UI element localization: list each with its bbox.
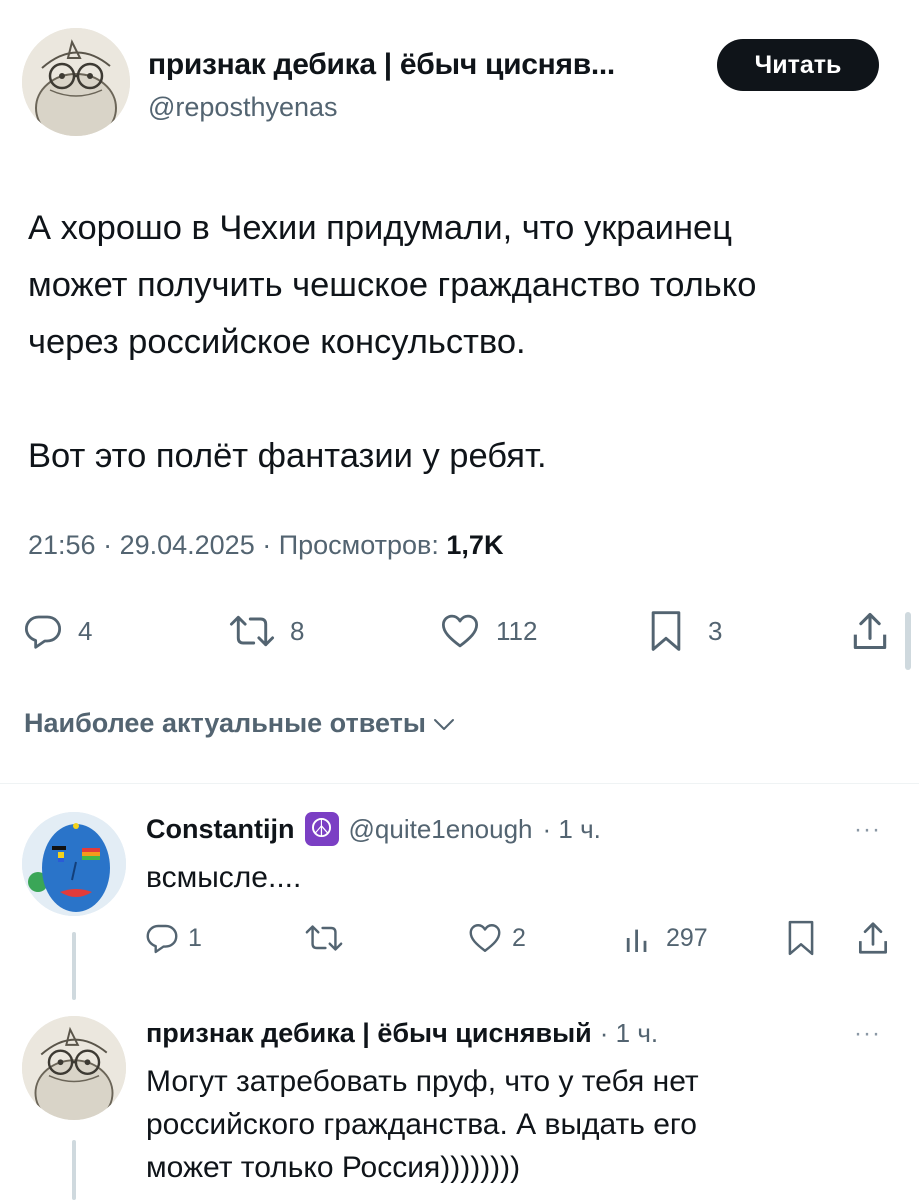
reply-icon (24, 615, 62, 649)
like-count: 112 (496, 615, 538, 646)
views-count: 1,7K (446, 530, 504, 560)
reply-header: признак дебика | ёбыч циснявый · 1 ч. (146, 1018, 658, 1049)
bookmark-count: 3 (708, 615, 723, 646)
author-name[interactable]: признак дебика | ёбыч цисняв... (148, 48, 615, 82)
meta-separator: · (254, 530, 279, 560)
repost-count: 8 (290, 615, 305, 646)
author-avatar[interactable] (22, 28, 130, 136)
reply-avatar-image (22, 812, 126, 916)
reply-button[interactable]: 4 (22, 606, 92, 656)
views-count: 297 (666, 923, 708, 952)
reply-count: 1 (188, 923, 202, 952)
reply-text: всмысле.... (146, 861, 302, 894)
share-button[interactable] (856, 916, 890, 960)
bookmark-icon (788, 920, 814, 956)
reply-count: 4 (78, 615, 93, 646)
share-icon (853, 612, 887, 650)
replies-sort-label: Наиболее актуальные ответы (24, 708, 426, 738)
bookmark-button[interactable]: 3 (648, 606, 722, 656)
share-button[interactable] (850, 606, 890, 656)
reply-time[interactable]: · 1 ч. (543, 814, 601, 845)
repost-button[interactable] (304, 916, 352, 960)
peace-badge-icon: ☮ (304, 812, 339, 846)
repost-icon (229, 615, 275, 647)
reply-author-handle[interactable]: @quite1enough (349, 814, 533, 845)
tweet-meta: 21:56 · 29.04.2025 · Просмотров: 1,7K (28, 530, 503, 561)
reply-avatar-image (22, 1016, 126, 1120)
reply-time[interactable]: · 1 ч. (600, 1018, 658, 1049)
views-chart-icon (626, 929, 647, 952)
more-options-button[interactable]: ··· (854, 816, 881, 844)
repost-button[interactable]: 8 (228, 606, 304, 656)
more-options-button[interactable]: ··· (854, 1020, 881, 1048)
repost-icon (305, 925, 343, 951)
reply-author-name[interactable]: Constantijn (146, 814, 295, 845)
reply-header: Constantijn ☮ @quite1enough · 1 ч. (146, 812, 601, 846)
tweet-date[interactable]: 29.04.2025 (120, 530, 255, 560)
meta-separator: · (95, 530, 120, 560)
reply-avatar[interactable] (22, 1016, 126, 1120)
like-button[interactable]: 112 (438, 606, 537, 656)
heart-icon (441, 614, 479, 648)
thread-line (72, 932, 76, 1000)
author-handle[interactable]: @reposthyenas (148, 92, 338, 123)
bookmark-button[interactable] (786, 916, 816, 960)
replies-sort-dropdown[interactable]: Наиболее актуальные ответы (24, 708, 456, 739)
chevron-down-icon (433, 718, 454, 730)
author-avatar-image (22, 28, 130, 136)
scrollbar[interactable] (905, 612, 911, 670)
section-divider (0, 783, 919, 784)
tweet-text: А хорошо в Чехии придумали, что украинец… (28, 209, 757, 475)
share-icon (858, 922, 888, 954)
reply-button[interactable]: 1 (144, 916, 202, 960)
tweet-time[interactable]: 21:56 (28, 530, 96, 560)
follow-button[interactable]: Читать (717, 39, 879, 91)
reply-text: Могут затребовать пруф, что у тебя нет р… (146, 1065, 699, 1184)
reply-icon (146, 924, 178, 954)
thread-line (72, 1140, 76, 1200)
views-button[interactable]: 297 (624, 916, 708, 960)
views-label: Просмотров: (278, 530, 439, 560)
bookmark-icon (651, 611, 681, 651)
reply-author-name[interactable]: признак дебика | ёбыч циснявый (146, 1018, 592, 1049)
like-button[interactable]: 2 (466, 916, 526, 960)
like-count: 2 (512, 923, 526, 952)
heart-icon (469, 924, 501, 952)
reply-avatar[interactable] (22, 812, 126, 916)
